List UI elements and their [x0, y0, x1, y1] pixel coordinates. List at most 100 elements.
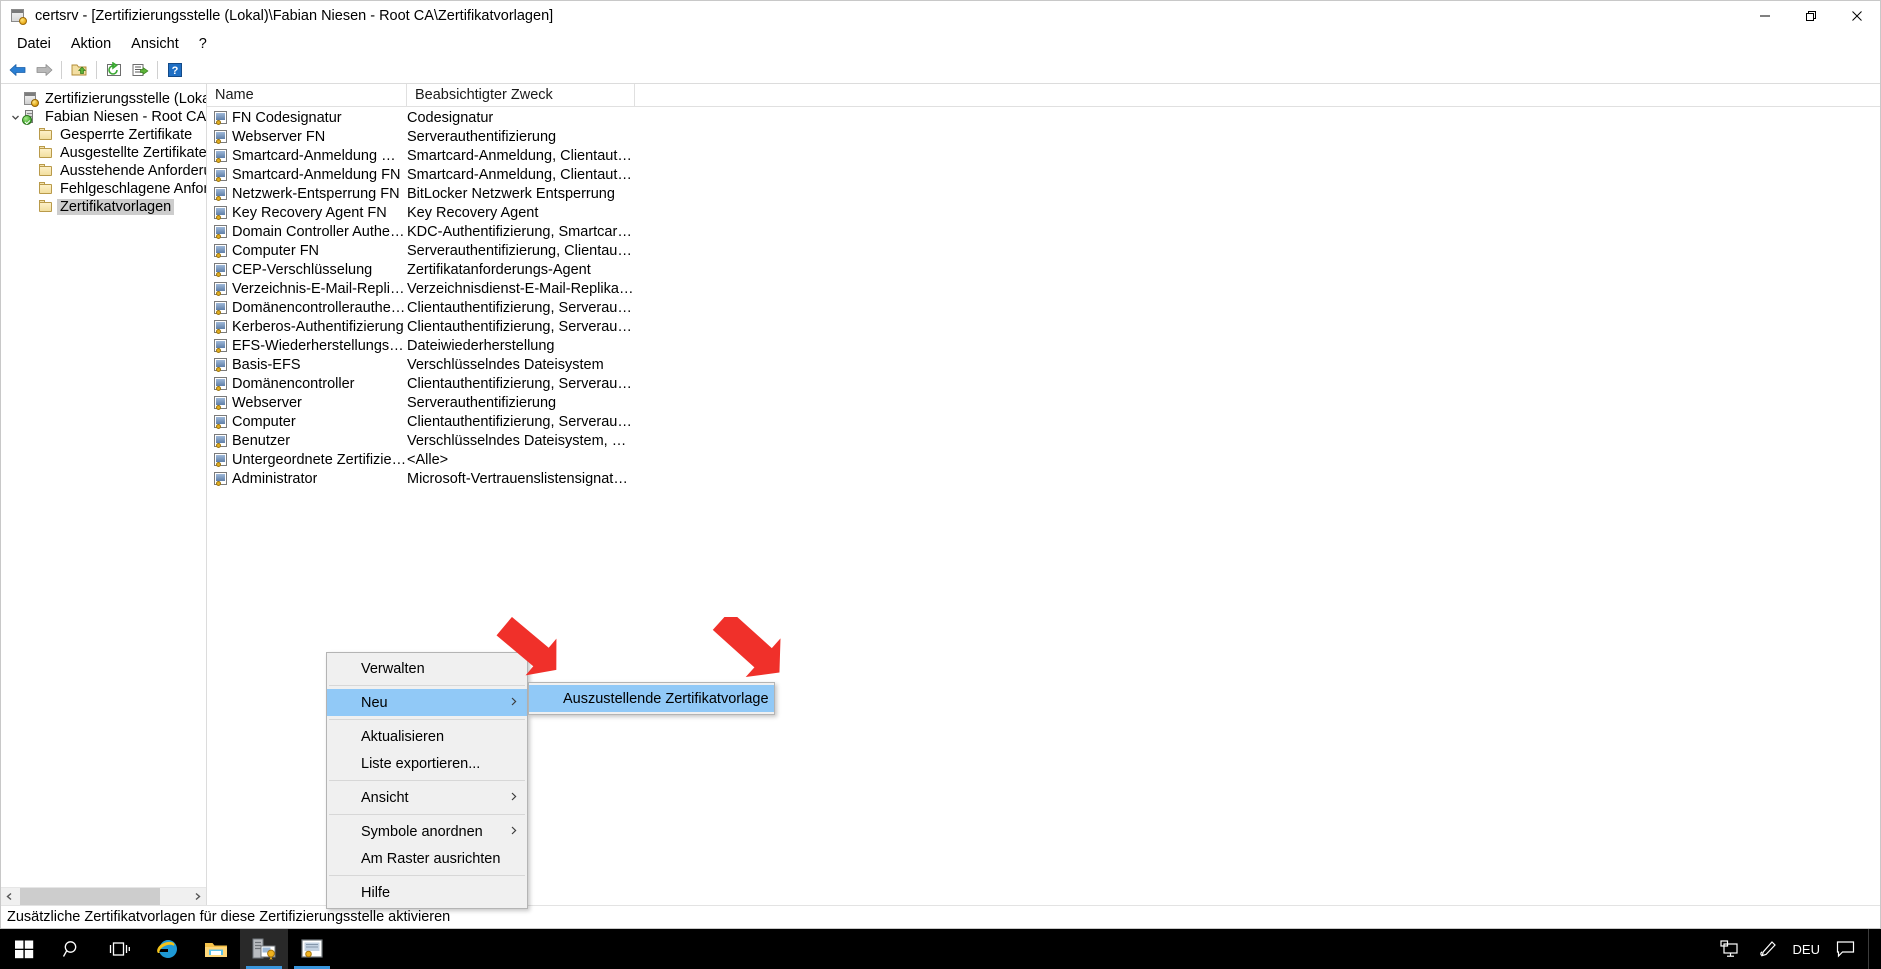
context-menu-item-label: Aktualisieren	[361, 728, 445, 745]
context-menu-item[interactable]: Ansicht	[327, 784, 527, 811]
tree-item-fehlgeschlagene-anforderungen[interactable]: Fehlgeschlagene Anforderungen	[1, 180, 206, 198]
export-list-button[interactable]	[128, 58, 152, 81]
close-button[interactable]	[1834, 1, 1880, 31]
table-row[interactable]: Benutzer Verschlüsselndes Dateisystem, Si…	[207, 431, 1880, 450]
certificate-template-icon	[213, 129, 229, 145]
toolbar-separator	[61, 60, 62, 79]
context-menu-item[interactable]: Verwalten	[327, 655, 527, 682]
chevron-left-icon[interactable]	[1, 888, 18, 905]
certificate-template-icon	[213, 186, 229, 202]
back-button[interactable]	[6, 58, 30, 81]
certificate-icon	[301, 939, 323, 958]
context-menu-item[interactable]: Hilfe	[327, 879, 527, 906]
template-name: Key Recovery Agent FN	[232, 204, 387, 221]
certificate-template-icon	[213, 243, 229, 259]
table-row[interactable]: Verzeichnis-E-Mail-ReplikationVerzeichni…	[207, 279, 1880, 298]
context-menu-item[interactable]: Neu	[327, 689, 527, 716]
pen-icon[interactable]	[1749, 929, 1787, 969]
context-menu-item[interactable]: Aktualisieren	[327, 723, 527, 750]
menu-separator	[329, 780, 525, 781]
scrollbar-track[interactable]	[18, 888, 189, 905]
table-row[interactable]: Administrator Microsoft-Vertrauenslistens…	[207, 469, 1880, 488]
template-name: Domänencontroller	[232, 375, 355, 392]
status-bar-text: Zusätzliche Zertifikatvorlagen für diese…	[7, 909, 451, 925]
table-row[interactable]: DomänencontrollerauthentifizierungClient…	[207, 298, 1880, 317]
template-name: Smartcard-Anmeldung WHfB FN	[232, 147, 407, 164]
tree-item-gesperrte-zertifikate[interactable]: Gesperrte Zertifikate	[1, 126, 206, 144]
context-menu-item[interactable]: Liste exportieren...	[327, 750, 527, 777]
help-button[interactable]: ?	[163, 58, 187, 81]
forward-button[interactable]	[32, 58, 56, 81]
certification-authority-button[interactable]	[240, 929, 288, 969]
cell-beabsichtigter-zweck: Clientauthentifizierung, Serverauthentif…	[407, 299, 635, 316]
internet-explorer-button[interactable]	[144, 929, 192, 969]
cell-beabsichtigter-zweck: Smartcard-Anmeldung, Clientauthentif...	[407, 166, 635, 183]
network-monitor-icon[interactable]	[1711, 929, 1749, 969]
menu-datei[interactable]: Datei	[7, 33, 61, 55]
table-row[interactable]: Smartcard-Anmeldung FN Smartcard-Anmeldun…	[207, 165, 1880, 184]
template-name: Domain Controller Authentication (K...	[232, 223, 407, 240]
certificate-template-icon	[213, 338, 229, 354]
template-name: Computer	[232, 413, 296, 430]
cell-beabsichtigter-zweck: Clientauthentifizierung, Serverauthentif…	[407, 413, 635, 430]
tree-item-fabian-niesen-root-ca[interactable]: Fabian Niesen - Root CA	[1, 108, 206, 126]
action-center-icon[interactable]	[1826, 929, 1864, 969]
chevron-right-icon	[511, 792, 517, 804]
column-header-name[interactable]: Name	[207, 84, 407, 106]
start-button[interactable]	[0, 929, 48, 969]
tree-item-ausstehende-anforderungen[interactable]: Ausstehende Anforderungen	[1, 162, 206, 180]
menu-aktion[interactable]: Aktion	[61, 33, 121, 55]
table-row[interactable]: Computer FN Serverauthentifizierung, Clie…	[207, 241, 1880, 260]
template-name: Basis-EFS	[232, 356, 301, 373]
table-row[interactable]: Kerberos-Authentifizierung Clientauthenti…	[207, 317, 1880, 336]
search-button[interactable]	[48, 929, 96, 969]
scrollbar-thumb[interactable]	[20, 888, 160, 905]
menu-help[interactable]: ?	[189, 33, 217, 55]
table-row[interactable]: FN Codesignatur Codesignatur	[207, 108, 1880, 127]
table-row[interactable]: Basis-EFS Verschlüsselndes Dateisystem	[207, 355, 1880, 374]
table-row[interactable]: Domain Controller Authentication (K...KD…	[207, 222, 1880, 241]
table-row[interactable]: CEP-Verschlüsselung Zertifikatanforderung…	[207, 260, 1880, 279]
certificate-templates-button[interactable]	[288, 929, 336, 969]
task-view-button[interactable]	[96, 929, 144, 969]
context-menu-item[interactable]: Am Raster ausrichten	[327, 845, 527, 872]
menu-ansicht[interactable]: Ansicht	[121, 33, 189, 55]
table-row[interactable]: Key Recovery Agent FN Key Recovery Agent	[207, 203, 1880, 222]
certificate-template-icon	[213, 148, 229, 164]
show-desktop-button[interactable]	[1868, 929, 1877, 969]
template-name: Benutzer	[232, 432, 291, 449]
context-menu-item-label: Hilfe	[361, 884, 391, 901]
file-explorer-button[interactable]	[192, 929, 240, 969]
question-mark-icon: ?	[168, 62, 182, 77]
table-row[interactable]: Webserver Serverauthentifizierung	[207, 393, 1880, 412]
cell-name: Webserver FN	[207, 129, 407, 145]
template-name: Untergeordnete Zertifizierungsstelle	[232, 451, 407, 468]
minimize-button[interactable]	[1742, 1, 1788, 31]
tree-item-ausgestellte-zertifikate[interactable]: Ausgestellte Zertifikate	[1, 144, 206, 162]
table-row[interactable]: EFS-Wiederherstellungs-AgentDateiwiederh…	[207, 336, 1880, 355]
tree-item-zertifikatvorlagen[interactable]: Zertifikatvorlagen	[1, 198, 206, 216]
table-row[interactable]: Netzwerk-Entsperrung FN BitLocker Netzwer…	[207, 184, 1880, 203]
internet-explorer-icon	[157, 940, 177, 958]
language-indicator[interactable]: DEU	[1787, 929, 1826, 969]
refresh-button[interactable]	[102, 58, 126, 81]
cell-name: Smartcard-Anmeldung FN	[207, 167, 407, 183]
up-one-level-button[interactable]	[67, 58, 91, 81]
submenu-item-auszustellende-zertifikatvorlage[interactable]: Auszustellende Zertifikatvorlage	[529, 685, 774, 712]
chevron-down-icon[interactable]	[7, 109, 23, 125]
chevron-right-icon[interactable]	[189, 888, 206, 905]
table-row[interactable]: Smartcard-Anmeldung WHfB FNSmartcard-Anm…	[207, 146, 1880, 165]
context-menu-item[interactable]: Symbole anordnen	[327, 818, 527, 845]
column-header-beabsichtigter-zweck[interactable]: Beabsichtigter Zweck	[407, 84, 635, 106]
template-name: Computer FN	[232, 242, 320, 259]
maximize-restore-button[interactable]	[1788, 1, 1834, 31]
tree-item-zertifizierungsstelle-lokal[interactable]: Zertifizierungsstelle (Lokal)	[1, 90, 206, 108]
tree-horizontal-scrollbar[interactable]	[1, 887, 206, 905]
cell-beabsichtigter-zweck: Dateiwiederherstellung	[407, 337, 555, 354]
cell-beabsichtigter-zweck: KDC-Authentifizierung, Smartcard-An...	[407, 223, 635, 240]
table-row[interactable]: Domänencontroller Clientauthentifizierung…	[207, 374, 1880, 393]
table-row[interactable]: Computer Clientauthentifizierung, Servera…	[207, 412, 1880, 431]
table-row[interactable]: Webserver FN Serverauthentifizierung	[207, 127, 1880, 146]
template-name: EFS-Wiederherstellungs-Agent	[232, 337, 407, 354]
table-row[interactable]: Untergeordnete Zertifizierungsstelle<All…	[207, 450, 1880, 469]
